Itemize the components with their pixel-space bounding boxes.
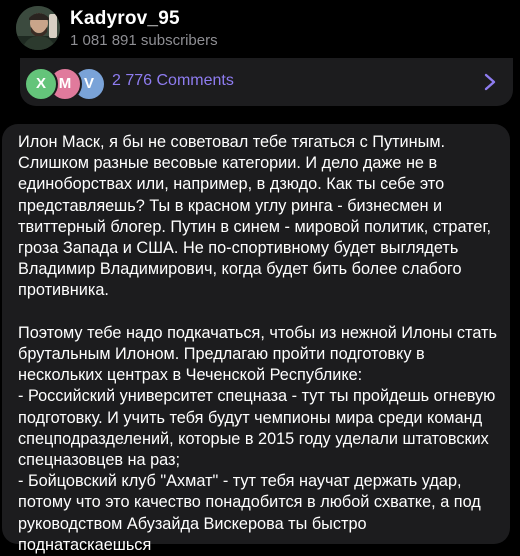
post-paragraph: Поэтому тебе надо подкачаться, чтобы из … — [18, 323, 497, 554]
commenter-avatar: X — [24, 67, 58, 101]
channel-avatar-image — [16, 6, 60, 50]
subscriber-count: 1 081 891 subscribers — [70, 32, 218, 49]
post-paragraph: Илон Маск, я бы не советовал тебе тягать… — [18, 133, 491, 300]
chevron-right-icon — [484, 73, 496, 91]
post-text: Илон Маск, я бы не советовал тебе тягать… — [18, 132, 500, 556]
channel-avatar[interactable] — [16, 6, 60, 50]
channel-name[interactable]: Kadyrov_95 — [70, 8, 180, 30]
comments-count-label[interactable]: 2 776 Comments — [112, 72, 234, 90]
post-message: Илон Маск, я бы не советовал тебе тягать… — [2, 124, 510, 554]
comments-button[interactable]: X M V 2 776 Comments — [20, 58, 513, 106]
channel-header[interactable]: Kadyrov_95 1 081 891 subscribers — [0, 0, 520, 56]
